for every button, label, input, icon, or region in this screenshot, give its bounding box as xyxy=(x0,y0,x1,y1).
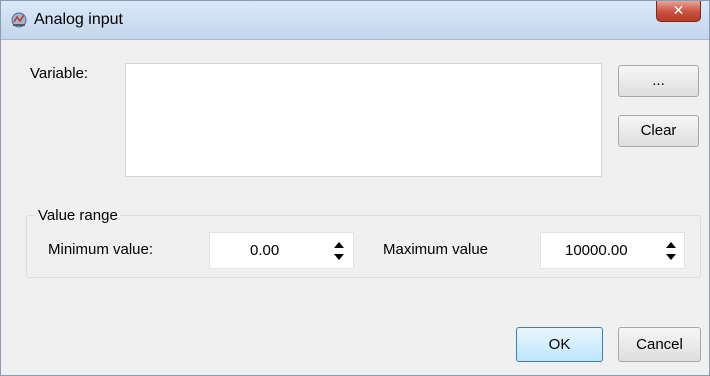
ok-button[interactable]: OK xyxy=(516,327,603,362)
maximum-value-label: Maximum value xyxy=(383,241,489,258)
ok-button-label: OK xyxy=(548,336,571,353)
minimum-value-text: 0.00 xyxy=(250,242,280,259)
browse-variable-button[interactable]: ... xyxy=(618,65,699,97)
up-down-arrows-icon[interactable] xyxy=(333,240,345,262)
up-down-arrows-icon[interactable] xyxy=(665,240,677,262)
close-button[interactable]: ✕ xyxy=(656,1,701,22)
clear-button[interactable]: Clear xyxy=(618,115,699,147)
minimum-value-spinbox[interactable]: 0.00 xyxy=(209,232,354,269)
variable-label: Variable: xyxy=(30,65,89,82)
value-range-group-title: Value range xyxy=(36,207,120,225)
analog-input-app-icon xyxy=(11,12,27,28)
window-title: Analog input xyxy=(34,11,123,28)
minimum-value-label: Minimum value: xyxy=(48,241,154,258)
analog-input-dialog: Analog input ✕ Variable: ... Clear Value… xyxy=(0,0,710,376)
clear-button-label: Clear xyxy=(640,122,677,139)
title-bar[interactable]: Analog input ✕ xyxy=(1,1,709,40)
dialog-client-area: Variable: ... Clear Value range Minimum … xyxy=(1,40,709,375)
browse-button-label: ... xyxy=(652,72,665,89)
cancel-button[interactable]: Cancel xyxy=(618,327,701,362)
maximum-value-spinbox[interactable]: 10000.00 xyxy=(540,232,685,269)
cancel-button-label: Cancel xyxy=(636,336,683,353)
variable-field[interactable] xyxy=(125,63,602,177)
maximum-value-text: 10000.00 xyxy=(565,242,628,259)
close-icon: ✕ xyxy=(672,2,685,18)
